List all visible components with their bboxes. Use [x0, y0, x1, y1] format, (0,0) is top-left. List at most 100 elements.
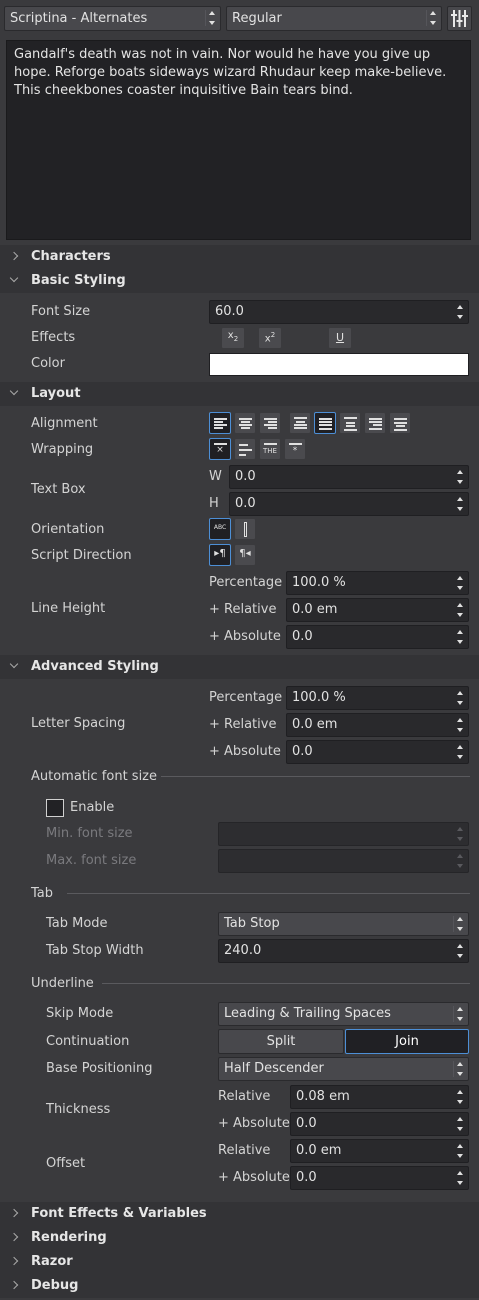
base-positioning-label: Base Positioning — [46, 1061, 153, 1076]
letter-spacing-relative-field[interactable]: 0.0 em — [286, 713, 469, 737]
preview-text-area[interactable]: Gandalf's death was not in vain. Nor wou… — [6, 40, 471, 240]
line-height-relative-field[interactable]: 0.0 em — [286, 598, 469, 622]
font-family-select[interactable]: Scriptina - Alternates — [4, 6, 221, 31]
wrap-none-button[interactable]: × — [209, 438, 231, 460]
line-height-percentage-field[interactable]: 100.0 % — [286, 571, 469, 595]
divider — [67, 893, 470, 894]
spinner-icon[interactable] — [456, 1090, 465, 1104]
enable-checkbox[interactable] — [46, 799, 64, 817]
font-settings-button[interactable] — [447, 6, 472, 31]
lh-absolute-label: + Absolute — [209, 629, 281, 644]
offset-label: Offset — [46, 1156, 86, 1171]
effects-label: Effects — [31, 330, 76, 345]
th-relative-label: Relative — [218, 1089, 271, 1104]
of-relative-label: Relative — [218, 1143, 271, 1158]
chevron-down-icon — [9, 386, 19, 396]
height-label: H — [209, 496, 219, 511]
text-box-height-field[interactable]: 0.0 — [229, 492, 469, 516]
orientation-vertical-button[interactable] — [234, 518, 256, 540]
script-rtl-button[interactable]: ¶◂ — [234, 544, 256, 566]
tab-title: Tab — [31, 886, 54, 901]
chevron-right-icon — [9, 1280, 19, 1290]
orientation-label: Orientation — [31, 522, 105, 537]
spinner-icon[interactable] — [456, 944, 465, 958]
section-advanced-styling[interactable]: Advanced Styling — [0, 655, 479, 679]
font-style-value: Regular — [232, 11, 282, 26]
chevron-right-icon — [9, 1208, 19, 1218]
valign-top-button[interactable] — [289, 412, 311, 434]
width-label: W — [209, 469, 222, 484]
orientation-horizontal-button[interactable]: ABC — [209, 518, 231, 540]
letter-spacing-percentage-field[interactable]: 100.0 % — [286, 686, 469, 710]
section-font-effects[interactable]: Font Effects & Variables — [0, 1202, 479, 1226]
spinner-icon[interactable] — [456, 1171, 465, 1185]
skip-mode-select[interactable]: Leading & Trailing Spaces — [218, 1002, 469, 1026]
spinner-icon[interactable] — [456, 470, 465, 484]
spinner-icon[interactable] — [456, 630, 465, 644]
align-left-button[interactable] — [209, 412, 231, 434]
skip-mode-label: Skip Mode — [46, 1006, 114, 1021]
section-rendering[interactable]: Rendering — [0, 1226, 479, 1250]
spinner-icon[interactable] — [456, 497, 465, 511]
thickness-absolute-field[interactable]: 0.0 — [290, 1112, 469, 1136]
spinner-icon[interactable] — [456, 305, 465, 319]
auto-font-size-title: Automatic font size — [31, 769, 158, 784]
wrap-ellipsis-button[interactable]: * — [284, 438, 306, 460]
line-height-absolute-field[interactable]: 0.0 — [286, 625, 469, 649]
align-right-button[interactable] — [259, 412, 281, 434]
spinner-icon[interactable] — [456, 691, 465, 705]
spinner-icon[interactable] — [456, 745, 465, 759]
tab-stop-width-field[interactable]: 240.0 — [218, 939, 469, 963]
font-size-field[interactable]: 60.0 — [209, 300, 469, 324]
wrap-word-button[interactable] — [234, 438, 256, 460]
spinner-icon[interactable] — [456, 576, 465, 590]
underline-title: Underline — [31, 976, 94, 991]
align-center-button[interactable] — [234, 412, 256, 434]
text-box-width-field[interactable]: 0.0 — [229, 465, 469, 489]
continuation-split-button[interactable]: Split — [218, 1029, 344, 1054]
offset-relative-field[interactable]: 0.0 em — [290, 1139, 469, 1163]
max-font-size-field[interactable] — [218, 849, 469, 873]
ls-relative-label: + Relative — [209, 717, 277, 732]
superscript-button[interactable]: x2 — [258, 327, 282, 349]
tab-stop-width-label: Tab Stop Width — [46, 943, 144, 958]
spinner-icon[interactable] — [456, 1117, 465, 1131]
subscript-button[interactable]: x2 — [221, 327, 245, 349]
spinner-icon[interactable] — [456, 718, 465, 732]
spinner-icon[interactable] — [456, 603, 465, 617]
valign-justify-button[interactable] — [389, 412, 411, 434]
underline-button[interactable]: U — [328, 327, 352, 349]
offset-absolute-field[interactable]: 0.0 — [290, 1166, 469, 1190]
section-basic-styling[interactable]: Basic Styling — [0, 269, 479, 293]
continuation-join-button[interactable]: Join — [345, 1029, 469, 1054]
sliders-icon — [451, 10, 468, 27]
divider — [161, 776, 470, 777]
th-absolute-label: + Absolute — [218, 1116, 290, 1131]
chevron-right-icon — [9, 251, 19, 261]
color-swatch[interactable] — [209, 353, 469, 376]
section-razor[interactable]: Razor — [0, 1250, 479, 1274]
lh-relative-label: + Relative — [209, 602, 277, 617]
script-direction-label: Script Direction — [31, 548, 132, 563]
valign-bottom-button[interactable] — [364, 412, 386, 434]
section-layout[interactable]: Layout — [0, 382, 479, 406]
select-arrows-icon — [429, 11, 438, 25]
thickness-relative-field[interactable]: 0.08 em — [290, 1085, 469, 1109]
spinner-icon[interactable] — [456, 1144, 465, 1158]
section-characters[interactable]: Characters — [0, 245, 479, 269]
tab-mode-label: Tab Mode — [46, 916, 108, 931]
letter-spacing-absolute-field[interactable]: 0.0 — [286, 740, 469, 764]
valign-center-button[interactable] — [339, 412, 361, 434]
min-font-size-field[interactable] — [218, 822, 469, 846]
font-style-select[interactable]: Regular — [226, 6, 442, 31]
alignment-label: Alignment — [31, 416, 98, 431]
wrap-truncate-button[interactable]: THE — [259, 438, 281, 460]
valign-middle-button[interactable] — [314, 412, 336, 434]
select-arrows-icon — [456, 917, 465, 931]
ls-absolute-label: + Absolute — [209, 744, 281, 759]
script-ltr-button[interactable]: ▸¶ — [209, 544, 231, 566]
base-positioning-select[interactable]: Half Descender — [218, 1057, 469, 1081]
tab-mode-select[interactable]: Tab Stop — [218, 912, 469, 936]
font-family-value: Scriptina - Alternates — [10, 11, 148, 26]
section-debug[interactable]: Debug — [0, 1274, 479, 1298]
